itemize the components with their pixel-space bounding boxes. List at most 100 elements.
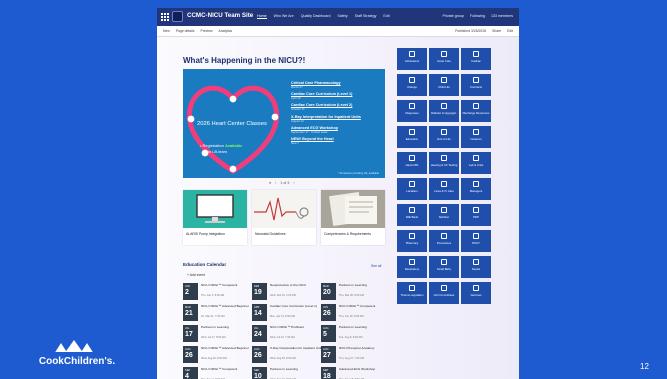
calendar-event[interactable]: SEP4NICU ORIGI™ CompetentThu, Sep 4, 8:0… (183, 367, 259, 379)
event-name[interactable]: NICU ORIGI™ Advanced Beginner (201, 304, 257, 309)
hero-event[interactable]: Critical Care Pharmacology March 27 (291, 81, 385, 89)
quick-link-tile[interactable]: POCT (461, 230, 491, 252)
following-button[interactable]: Following (470, 14, 485, 18)
share-button[interactable]: Share (492, 29, 501, 33)
quick-link-tile[interactable]: Change (397, 74, 427, 96)
quick-link-tile[interactable]: Discharge Resources (461, 100, 491, 122)
event-name[interactable]: Partners in Learning (270, 367, 326, 372)
quick-link-tile[interactable]: Lab & Units (461, 152, 491, 174)
quick-link-tile[interactable]: Hand-Offs (397, 152, 427, 174)
event-name[interactable]: NICU ORIGI™ Advanced Beginner (201, 346, 257, 351)
quick-link-tile[interactable]: Cardiac (461, 48, 491, 70)
hero-event[interactable]: NEW! Beyond the Heart New 7 (291, 137, 385, 145)
calendar-event[interactable]: SEP10Partners in LearningWed, Sep 10, 8:… (252, 367, 328, 379)
plus-icon (441, 51, 447, 57)
next-slide-button[interactable]: › (293, 181, 294, 185)
calendar-event[interactable]: APR 14 Cardiac Core Curriculum (Level 1) Mo… (252, 304, 328, 323)
quick-link-tile[interactable]: Unit Committees (429, 282, 459, 304)
calendar-event[interactable]: FEB 19 Neoprotective to the NICU Wed, Feb 1… (252, 283, 328, 302)
edit-button[interactable]: Edit (507, 29, 513, 33)
nav-home[interactable]: Home (257, 14, 267, 19)
quick-link-tile[interactable]: Education (397, 126, 427, 148)
event-day: 5 (323, 331, 327, 338)
quick-link-tile[interactable]: Diagnoses (397, 100, 427, 122)
site-logo-icon[interactable] (172, 11, 183, 22)
preview-button[interactable]: Preview (200, 29, 212, 33)
event-name[interactable]: Neoprotective to the NICU (270, 283, 326, 288)
quick-link-tile[interactable]: Acute Care (429, 48, 459, 70)
event-name[interactable]: Partners in Learning (339, 325, 395, 330)
nav-edit[interactable]: Edit (383, 14, 389, 19)
analytics-button[interactable]: Analytics (219, 29, 233, 33)
quick-link-tile[interactable]: Diabetic & Hypoglyc. (429, 100, 459, 122)
hero-banner[interactable]: 2026 Heart Center Classes • Registration… (183, 69, 385, 178)
nav-quality-dashboard[interactable]: Quality Dashboard (301, 14, 331, 19)
event-name[interactable]: Advanced ECG Workshop (339, 367, 395, 372)
quick-link-tile[interactable]: Child Life (429, 74, 459, 96)
calendar-event[interactable]: JUN 26 NICU ORIGI™ Competent Thu, Jun 26, 8… (321, 304, 397, 323)
site-title[interactable]: CCMC-NICU Team Site (187, 12, 253, 19)
quick-link-tile[interactable]: PDP (461, 204, 491, 226)
lungs-icon (409, 259, 415, 265)
event-name[interactable]: X-Ray Interpretation for Inpatient Units (270, 346, 326, 351)
event-name[interactable]: Partners in Learning (339, 283, 395, 288)
quick-link-tile[interactable]: Pharmacy (397, 230, 427, 252)
hero-event[interactable]: Advanced ECG Workshop September 17 · Limi… (291, 126, 385, 134)
quick-link-tile[interactable]: Small Baby (429, 256, 459, 278)
calendar-event[interactable]: MAR 21 NICU ORIGI™ Advanced Beginner Fri, M… (183, 304, 259, 323)
event-day: 24 (254, 331, 262, 338)
calendar-event[interactable]: JAN 2 NICU ORIGI™ Competent Thu, Jan 2, 8:0… (183, 283, 259, 302)
app-launcher-icon[interactable] (161, 13, 169, 21)
event-name[interactable]: Cardiac Core Curriculum (Level 1) (270, 304, 326, 309)
flask-icon (473, 155, 479, 161)
event-name[interactable]: NICU ORIGI™ Competent (201, 283, 257, 288)
calendar-event[interactable]: AUG 5 Partners in Learning Tue, Aug 5, 8:00… (321, 325, 397, 344)
event-name[interactable]: Partners in Learning (201, 325, 257, 330)
see-all-link[interactable]: See all (371, 264, 381, 268)
quick-link-tile[interactable]: Thermo-regulation (397, 282, 427, 304)
calendar-event[interactable]: JUL 24 NICU ORIGI™ Proficient Wed, Jul 24, … (252, 325, 328, 344)
previous-slide-button[interactable]: ‹ (275, 181, 276, 185)
event-day: 20 (323, 289, 331, 296)
thermometer-icon (409, 285, 415, 291)
quick-link-tile[interactable]: Contracts (461, 74, 491, 96)
tile-label: Lab & Units (468, 163, 484, 167)
quick-link-tile[interactable]: Instacom (461, 126, 491, 148)
quick-link-tile[interactable]: Hearing & CF Testing (429, 152, 459, 174)
event-name[interactable]: NICU Preceptor Academy (339, 346, 395, 351)
quick-link-tile[interactable]: Nutrition (429, 204, 459, 226)
quick-link-tile[interactable]: Respiratory (397, 256, 427, 278)
quick-link-tile[interactable]: Lactation (397, 178, 427, 200)
calendar-event[interactable]: JUL 17 Partners in Learning Wed, Jul 17, 8:… (183, 325, 259, 344)
card-neonatal-guidelines[interactable]: Neonatal Guidelines (252, 190, 316, 245)
new-button[interactable]: New (163, 29, 170, 33)
calendar-event[interactable]: AUG 26 X-Ray Interpretation for Inpatient … (252, 346, 328, 365)
quick-link-tile[interactable]: Lines & IV Care (429, 178, 459, 200)
calendar-event[interactable]: SEP18Advanced ECG WorkshopThu, Sep 18, 8… (321, 367, 397, 379)
nav-staff-strategy[interactable]: Staff Strategy (355, 14, 377, 19)
card-alaris-pump[interactable]: ALARIS Pump Integration (183, 190, 247, 245)
quick-link-tile[interactable]: End of Life (429, 126, 459, 148)
calendar-event[interactable]: MAR 20 Partners in Learning Thu, Mar 20, 8:… (321, 283, 397, 302)
quick-link-tile[interactable]: Vaccines (461, 282, 491, 304)
event-name[interactable]: NICU ORIGI™ Competent (339, 304, 395, 309)
quick-link-tile[interactable]: Admissions (397, 48, 427, 70)
hero-event[interactable]: Cardiac Core Curriculum (Level 2) October… (291, 103, 385, 111)
add-event-button[interactable]: + Add event (187, 273, 205, 277)
card-competencies[interactable]: Competencies & Requirements (321, 190, 385, 245)
page-details-button[interactable]: Page details (176, 29, 195, 33)
nav-safety[interactable]: Safety (337, 14, 347, 19)
quick-link-tile[interactable]: Milk Bank (397, 204, 427, 226)
quick-link-tile[interactable]: Sepsis (461, 256, 491, 278)
calendar-event[interactable]: AUG 27 NICU Preceptor Academy Thu, Aug 27, … (321, 346, 397, 365)
hero-event[interactable]: X-Ray Interpretation for Inpatient Units… (291, 115, 385, 123)
date-tile: JUN 26 (321, 304, 336, 321)
calendar-event[interactable]: AUG 26 NICU ORIGI™ Advanced Beginner Wed, A… (183, 346, 259, 365)
quick-link-tile[interactable]: Procedures (429, 230, 459, 252)
members-count[interactable]: 133 members (491, 14, 513, 18)
event-name[interactable]: NICU ORIGI™ Competent (201, 367, 257, 372)
nav-who-we-are[interactable]: Who We Are (274, 14, 294, 19)
hero-event[interactable]: Cardiac Core Curriculum (Level 1) April 1… (291, 92, 385, 100)
event-name[interactable]: NICU ORIGI™ Proficient (270, 325, 326, 330)
quick-link-tile[interactable]: Managers (461, 178, 491, 200)
